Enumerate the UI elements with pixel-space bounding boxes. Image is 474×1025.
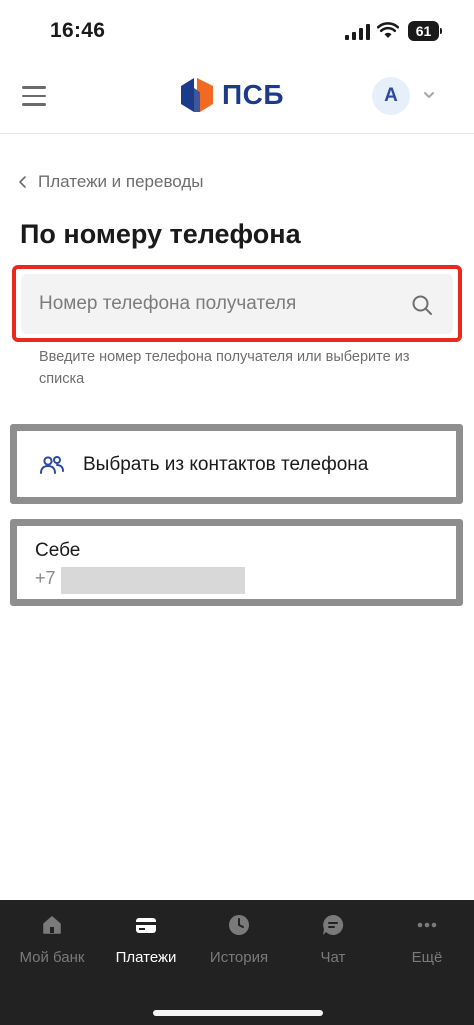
status-bar: 16:46 61	[0, 0, 474, 62]
tab-label-my-bank: Мой банк	[19, 949, 85, 966]
tab-label-history: История	[209, 949, 269, 966]
tab-payments[interactable]: Платежи	[96, 900, 196, 990]
breadcrumb[interactable]: Платежи и переводы	[17, 170, 204, 194]
more-icon	[417, 922, 437, 928]
chevron-left-icon	[19, 176, 26, 188]
tab-label-payments: Платежи	[115, 949, 177, 966]
status-time: 16:46	[50, 19, 106, 42]
tab-label-more: Ещё	[411, 949, 443, 966]
card-icon	[136, 918, 156, 933]
phone-number-redaction	[61, 567, 245, 594]
tab-history[interactable]: История	[190, 900, 288, 990]
home-icon	[43, 916, 61, 934]
chevron-down-icon[interactable]	[422, 90, 436, 100]
bottom-tab-bar: Мой банк Платежи История Чат Ещё	[0, 900, 474, 1025]
self-phone-prefix: +7	[35, 568, 56, 588]
tab-more[interactable]: Ещё	[380, 900, 474, 990]
phone-search-input[interactable]	[39, 274, 399, 334]
avatar[interactable]: А	[372, 77, 410, 115]
choose-from-contacts-button[interactable]: Выбрать из контактов телефона	[10, 424, 463, 504]
home-indicator[interactable]	[153, 1010, 323, 1016]
cellular-signal-icon	[345, 24, 370, 40]
battery-level: 61	[408, 21, 439, 41]
battery-icon: 61	[408, 21, 442, 41]
clock-icon	[229, 915, 249, 935]
page-title: По номеру телефона	[20, 219, 301, 249]
contacts-icon	[40, 456, 64, 474]
psb-logo-mark-icon	[181, 78, 213, 112]
logo-text: ПСБ	[222, 79, 284, 110]
breadcrumb-label: Платежи и переводы	[38, 172, 204, 191]
search-icon[interactable]	[411, 294, 433, 316]
tab-chat[interactable]: Чат	[286, 900, 380, 990]
contacts-option-label: Выбрать из контактов телефона	[83, 454, 369, 475]
transfer-to-self-item[interactable]: Себе +7	[10, 519, 463, 606]
wifi-icon	[377, 22, 399, 38]
menu-button[interactable]	[22, 86, 46, 106]
self-title: Себе	[35, 540, 81, 561]
tab-label-chat: Чат	[320, 949, 346, 966]
psb-logo: ПСБ	[181, 77, 284, 113]
search-helper-text: Введите номер телефона получателя или вы…	[39, 349, 410, 387]
search-field[interactable]	[21, 274, 453, 334]
tab-my-bank[interactable]: Мой банк	[0, 900, 104, 990]
chat-icon	[323, 914, 344, 935]
app-header: ПСБ А	[0, 62, 474, 134]
